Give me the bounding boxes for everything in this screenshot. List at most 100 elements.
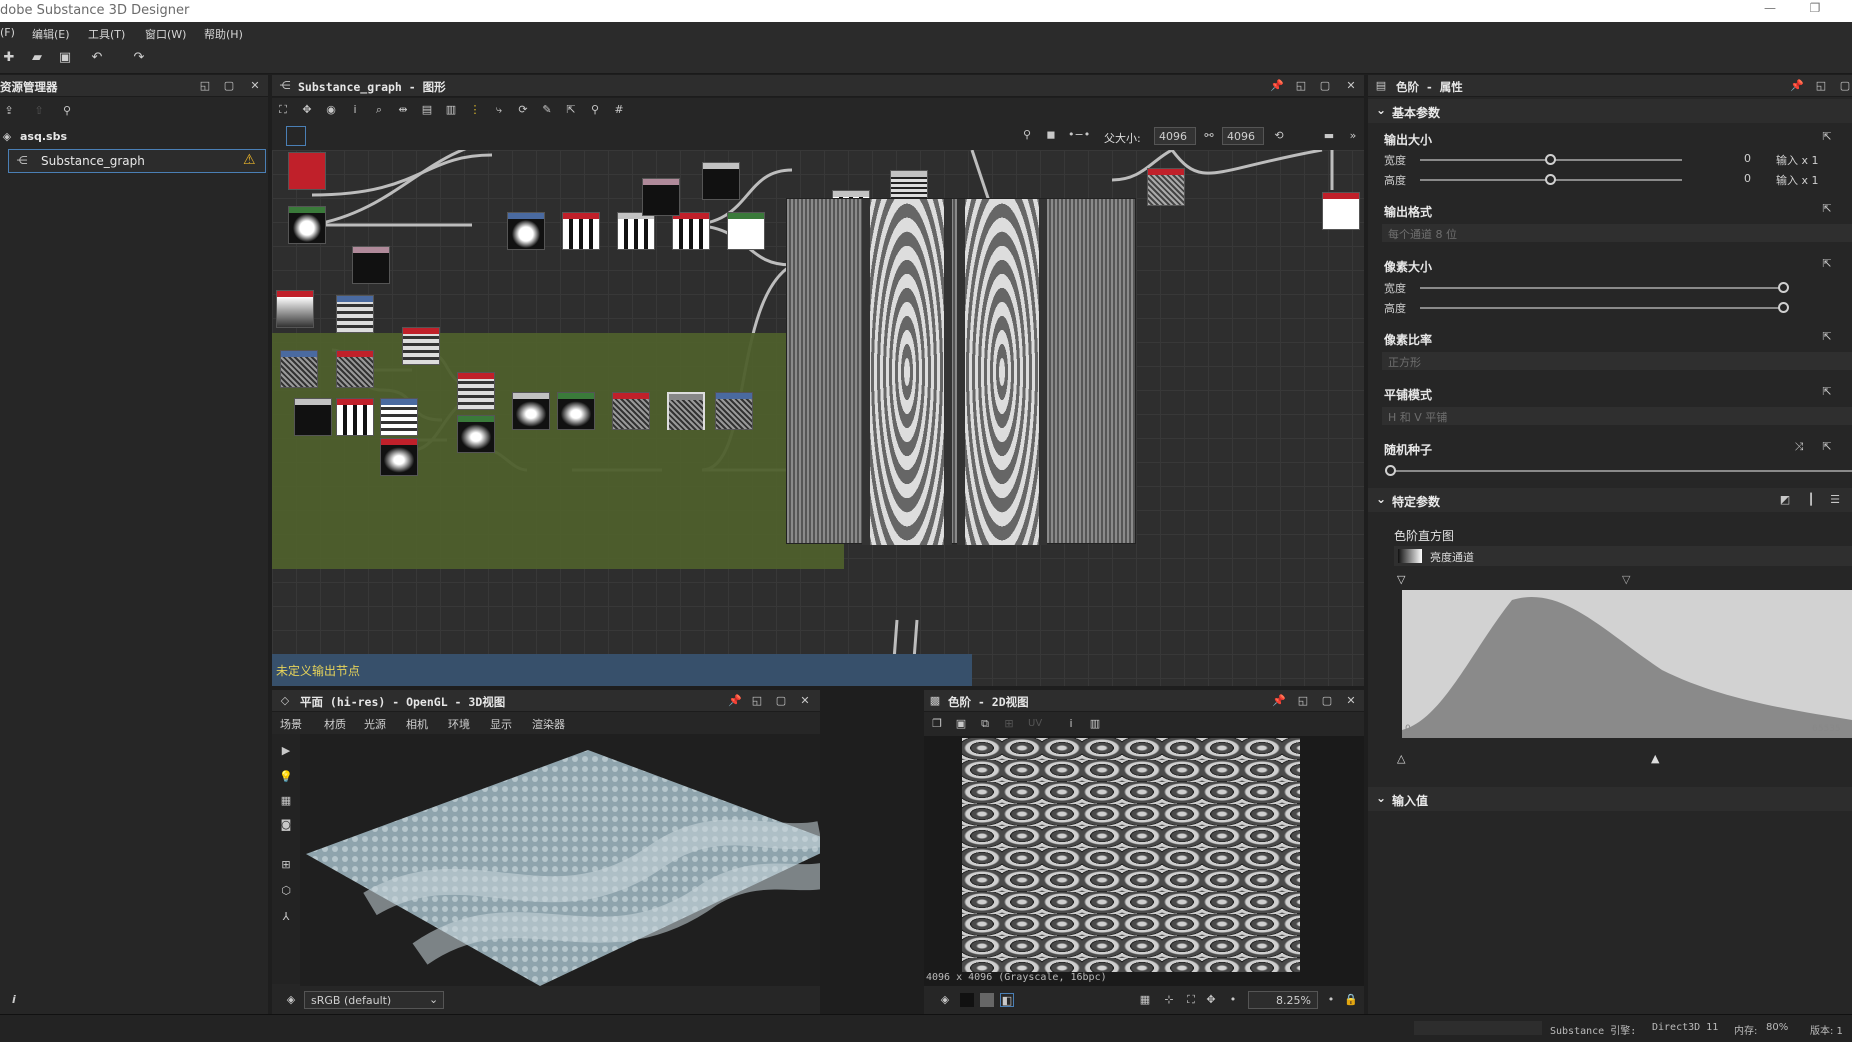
light-icon[interactable]: 💡 <box>279 770 293 784</box>
info-icon[interactable]: i <box>348 103 362 117</box>
graph-node[interactable] <box>352 246 390 284</box>
output-width-mode[interactable]: 输入 x 1 <box>1776 152 1819 168</box>
maximize-icon[interactable]: ▢ <box>1838 79 1852 93</box>
channel-select[interactable]: 亮度通道 <box>1394 546 1852 566</box>
save-icon[interactable]: ▣ <box>56 49 74 67</box>
duplicate-icon[interactable]: ⧉ <box>978 717 992 731</box>
export-icon[interactable]: ⇱ <box>564 103 578 117</box>
copy-icon[interactable]: ❐ <box>930 717 944 731</box>
menu-file[interactable]: (F) <box>0 26 15 39</box>
minimize-button[interactable]: — <box>1750 1 1790 21</box>
menu-display[interactable]: 显示 <box>490 716 512 732</box>
pin-icon[interactable]: 📌 <box>1270 79 1284 93</box>
graph-node[interactable] <box>380 398 418 436</box>
close-icon[interactable]: ✕ <box>248 79 262 93</box>
graph-node[interactable] <box>288 152 326 190</box>
output-width-value[interactable]: 0 <box>1744 152 1751 165</box>
menu-lights[interactable]: 光源 <box>364 716 386 732</box>
maximize-icon[interactable]: ▢ <box>774 694 788 708</box>
output-black-handle[interactable]: △ <box>1397 752 1405 765</box>
expose-icon[interactable]: ⇱ <box>1820 257 1834 271</box>
pin-node-icon[interactable]: ⚲ <box>1020 128 1034 142</box>
layout-icon[interactable]: ▤ <box>420 103 434 117</box>
close-icon[interactable]: ✕ <box>1344 79 1358 93</box>
fit-icon[interactable]: ⛶ <box>276 103 290 117</box>
center-icon[interactable]: ✥ <box>1204 993 1218 1007</box>
select-tool-icon[interactable] <box>286 126 306 146</box>
menu-material[interactable]: 材质 <box>324 716 346 732</box>
environment-icon[interactable]: ▦ <box>279 794 293 808</box>
graph-node[interactable] <box>288 206 326 244</box>
restore-button[interactable]: ❐ <box>1795 1 1835 21</box>
output-width-knob[interactable] <box>1545 154 1556 165</box>
link-size-icon[interactable]: ⚯ <box>1202 129 1216 143</box>
float-icon[interactable]: ◱ <box>1814 79 1828 93</box>
clean-icon[interactable]: ⚲ <box>588 103 602 117</box>
levels-icon[interactable]: ┃ <box>1804 493 1818 507</box>
pixel-height-knob[interactable] <box>1778 302 1789 313</box>
section-basic-params[interactable]: ⌄ 基本参数 <box>1368 99 1852 123</box>
graph-node[interactable] <box>612 392 650 430</box>
maximize-icon[interactable]: ▢ <box>1318 79 1332 93</box>
dot-node-icon[interactable]: •−• <box>1068 128 1090 142</box>
open-folder-icon[interactable]: ▰ <box>28 49 46 67</box>
graph-node[interactable] <box>617 212 655 250</box>
axis-icon[interactable]: ⅄ <box>279 910 293 924</box>
expose-icon[interactable]: ⇱ <box>1820 202 1834 216</box>
graph-node[interactable] <box>672 212 710 250</box>
toggle-icon[interactable]: ▬ <box>1322 129 1336 143</box>
camera-icon[interactable]: ▶ <box>279 744 293 758</box>
random-seed-knob[interactable] <box>1385 465 1396 476</box>
reset-icon[interactable]: ⟲ <box>1272 129 1286 143</box>
graph-node[interactable] <box>402 327 440 365</box>
graph-node[interactable] <box>715 392 753 430</box>
output-height-mode[interactable]: 输入 x 1 <box>1776 172 1819 188</box>
plane-icon[interactable]: ⊞ <box>279 858 293 872</box>
zoom-in-icon[interactable]: • <box>1324 993 1338 1007</box>
parent-size-width-select[interactable]: 4096 ⌄ <box>1154 127 1196 156</box>
undo-icon[interactable]: ↶ <box>88 49 106 67</box>
save-icon[interactable]: ▣ <box>954 717 968 731</box>
graph-node[interactable] <box>1322 192 1360 230</box>
zoom-out-icon[interactable]: • <box>1226 993 1240 1007</box>
graph-node[interactable] <box>280 350 318 388</box>
search-icon[interactable]: ⌕ <box>372 103 386 117</box>
menu-scene[interactable]: 场景 <box>280 716 302 732</box>
uv-toggle[interactable]: UV <box>1028 718 1042 729</box>
histogram-icon[interactable]: ▥ <box>1088 717 1102 731</box>
tiling-field[interactable]: H 和 V 平铺 <box>1382 407 1852 425</box>
center-icon[interactable]: ✥ <box>300 103 314 117</box>
camera-icon[interactable]: ◉ <box>324 103 338 117</box>
pixel-width-knob[interactable] <box>1778 282 1789 293</box>
maximize-icon[interactable]: ▢ <box>1320 694 1334 708</box>
input-mid-handle[interactable]: ▽ <box>1622 573 1630 586</box>
pixel-ratio-field[interactable]: 正方形 <box>1382 352 1852 370</box>
section-input-values[interactable]: ⌄ 输入值 <box>1368 787 1852 811</box>
tool-icon[interactable]: ✎ <box>540 103 554 117</box>
float-icon[interactable]: ◱ <box>1296 694 1310 708</box>
output-white-handle[interactable]: ▲ <box>1651 752 1659 765</box>
publish-icon[interactable]: ⇧ <box>32 104 46 118</box>
settings-icon[interactable]: ☰ <box>1828 493 1842 507</box>
color-bg-icon[interactable]: ◧ <box>1000 993 1014 1007</box>
graph-node[interactable] <box>642 178 680 216</box>
grid-icon[interactable]: # <box>612 103 626 117</box>
move-icon[interactable]: ⊹ <box>1162 993 1176 1007</box>
refresh-icon[interactable]: ⟳ <box>516 103 530 117</box>
pin-icon[interactable]: 📌 <box>1272 694 1286 708</box>
close-icon[interactable]: ✕ <box>1344 694 1358 708</box>
graph-node[interactable] <box>336 295 374 333</box>
clean-icon[interactable]: ⚲ <box>60 104 74 118</box>
layers-icon[interactable]: ◈ <box>938 993 952 1007</box>
menu-tools[interactable]: 工具(T) <box>88 26 125 42</box>
viewport3d-canvas[interactable] <box>300 734 820 986</box>
graph-node[interactable] <box>702 162 740 200</box>
black-bg-icon[interactable] <box>960 993 974 1007</box>
random-seed-slider[interactable] <box>1390 470 1852 472</box>
float-icon[interactable]: ◱ <box>198 79 212 93</box>
expose-icon[interactable]: ⇱ <box>1820 385 1834 399</box>
frame-output[interactable]: 未定义输出节点 <box>272 654 972 686</box>
graph-node[interactable] <box>276 290 314 328</box>
viewport2d-canvas[interactable]: 4096 x 4096 (Grayscale, 16bpc) <box>924 736 1364 986</box>
graph-node[interactable] <box>1147 168 1185 206</box>
